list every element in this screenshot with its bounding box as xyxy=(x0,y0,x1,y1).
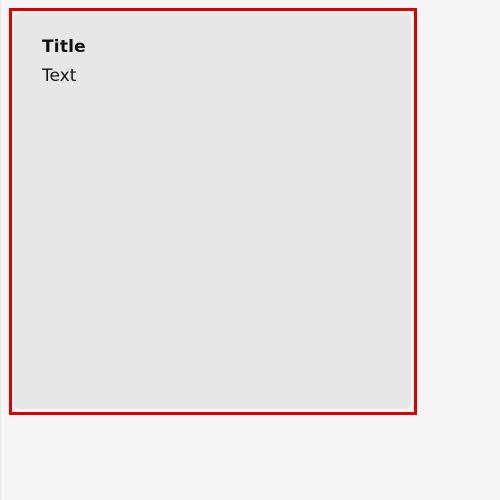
left-edge-divider xyxy=(0,0,1,500)
page: Title Text xyxy=(0,0,500,500)
selection-highlight-frame xyxy=(9,8,417,415)
